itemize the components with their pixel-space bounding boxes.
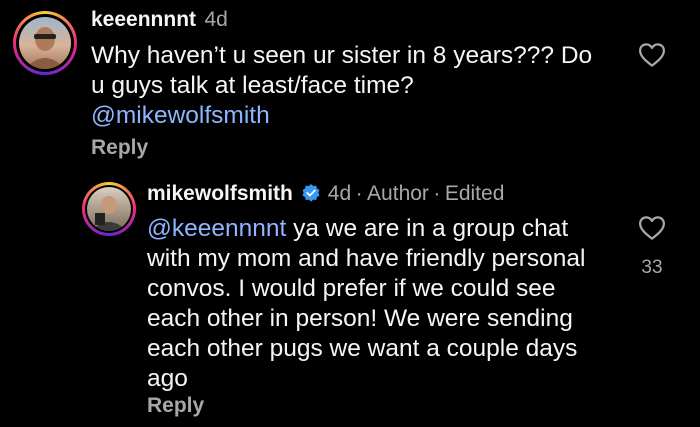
avatar-keeennnnt[interactable] bbox=[13, 11, 77, 75]
comment-keeennnnt: keeennnnt 4d Why haven’t u seen ur siste… bbox=[0, 0, 700, 170]
comment-timestamp: 4d bbox=[204, 8, 228, 31]
avatar-mikewolfsmith[interactable] bbox=[82, 182, 136, 236]
comment-text: Why haven’t u seen ur sister in 8 years?… bbox=[91, 41, 631, 131]
reply-button[interactable]: Reply bbox=[91, 136, 148, 160]
verified-badge-icon bbox=[301, 183, 321, 208]
comment-mikewolfsmith: mikewolfsmith 4d · Author · Edited @keee… bbox=[0, 170, 700, 427]
heart-outline-icon[interactable] bbox=[637, 213, 667, 243]
comment-username[interactable]: mikewolfsmith bbox=[147, 182, 293, 205]
mention-link[interactable]: @mikewolfsmith bbox=[91, 101, 631, 131]
meta-separator: · bbox=[355, 182, 363, 205]
comment-username[interactable]: keeennnnt bbox=[91, 8, 196, 31]
mention-link[interactable]: @keeennnnt bbox=[147, 215, 286, 242]
avatar-photo bbox=[19, 17, 71, 69]
edited-label: Edited bbox=[444, 182, 505, 205]
comment-text: @keeennnnt ya we are in a group chat wit… bbox=[147, 215, 586, 392]
reply-button[interactable]: Reply bbox=[147, 394, 204, 418]
author-label: Author bbox=[367, 182, 429, 205]
heart-outline-icon[interactable] bbox=[637, 40, 667, 70]
like-count: 33 bbox=[641, 257, 663, 278]
meta-separator: · bbox=[433, 182, 441, 205]
comment-timestamp: 4d bbox=[327, 182, 352, 205]
avatar-photo bbox=[87, 187, 131, 231]
